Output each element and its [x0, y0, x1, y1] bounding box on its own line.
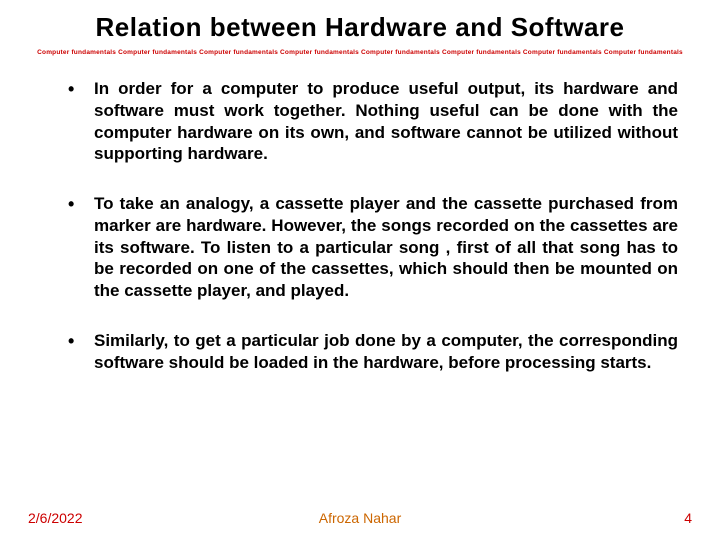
bullet-item: To take an analogy, a cassette player an… — [54, 193, 678, 302]
bullet-list: In order for a computer to produce usefu… — [24, 78, 696, 373]
slide-title: Relation between Hardware and Software — [24, 12, 696, 43]
divider-text: Computer fundamentals Computer fundament… — [24, 49, 696, 56]
footer-author: Afroza Nahar — [319, 510, 401, 526]
slide: Relation between Hardware and Software C… — [0, 0, 720, 540]
bullet-item: Similarly, to get a particular job done … — [54, 330, 678, 374]
bullet-item: In order for a computer to produce usefu… — [54, 78, 678, 165]
footer-date: 2/6/2022 — [28, 510, 83, 526]
footer-page: 4 — [684, 510, 692, 526]
footer: 2/6/2022 Afroza Nahar 4 — [0, 510, 720, 526]
